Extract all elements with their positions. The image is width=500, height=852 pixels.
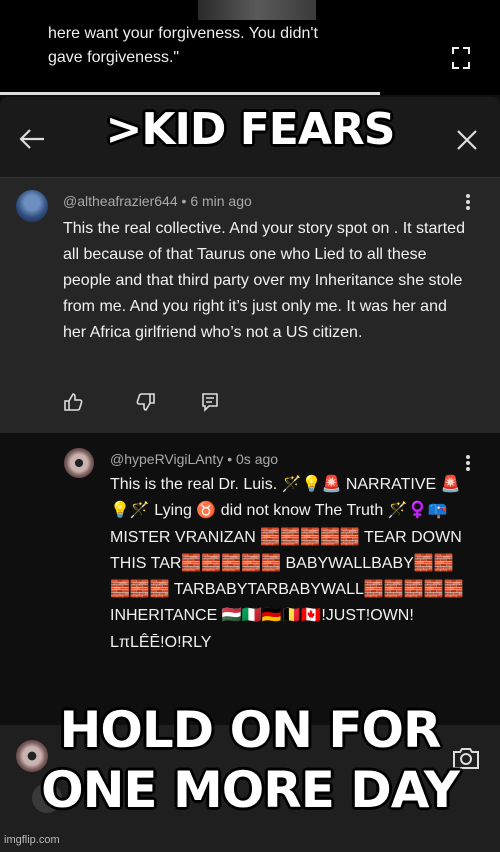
reply-meta: @hypeRVigiLAnty • 0s ago xyxy=(110,451,278,467)
comment-text: This the real collective. And your story… xyxy=(63,220,465,341)
video-player[interactable]: here want your forgiveness. You didn't g… xyxy=(0,0,500,95)
video-caption: here want your forgiveness. You didn't g… xyxy=(40,20,326,72)
more-options-icon[interactable] xyxy=(465,453,471,473)
comment-meta: @altheafrazier644 • 6 min ago xyxy=(63,193,252,209)
comment-time: 6 min ago xyxy=(190,193,252,209)
reply-icon[interactable] xyxy=(200,392,220,412)
reply-text: This is the real Dr. Luis. 🪄💡🚨 NARRATIVE… xyxy=(110,476,464,651)
comment-author[interactable]: @altheafrazier644 xyxy=(63,193,178,209)
meme-top-caption: >KID FEARS xyxy=(105,104,396,155)
more-options-icon[interactable] xyxy=(465,192,471,212)
video-frame xyxy=(198,0,316,20)
meta-separator: • xyxy=(227,451,237,467)
avatar[interactable] xyxy=(64,448,94,478)
watermark: imgflip.com xyxy=(4,834,60,846)
fullscreen-icon[interactable] xyxy=(451,46,471,70)
progress-bar[interactable] xyxy=(0,92,380,95)
dislike-icon[interactable] xyxy=(136,392,156,412)
reply-time: 0s ago xyxy=(236,451,279,467)
meta-separator: • xyxy=(181,193,191,209)
like-icon[interactable] xyxy=(63,392,83,412)
reply-author[interactable]: @hypeRVigiLAnty xyxy=(110,451,223,467)
meme-bottom-caption: HOLD ON FOR ONE MORE DAY xyxy=(41,701,460,819)
avatar[interactable] xyxy=(16,190,48,222)
